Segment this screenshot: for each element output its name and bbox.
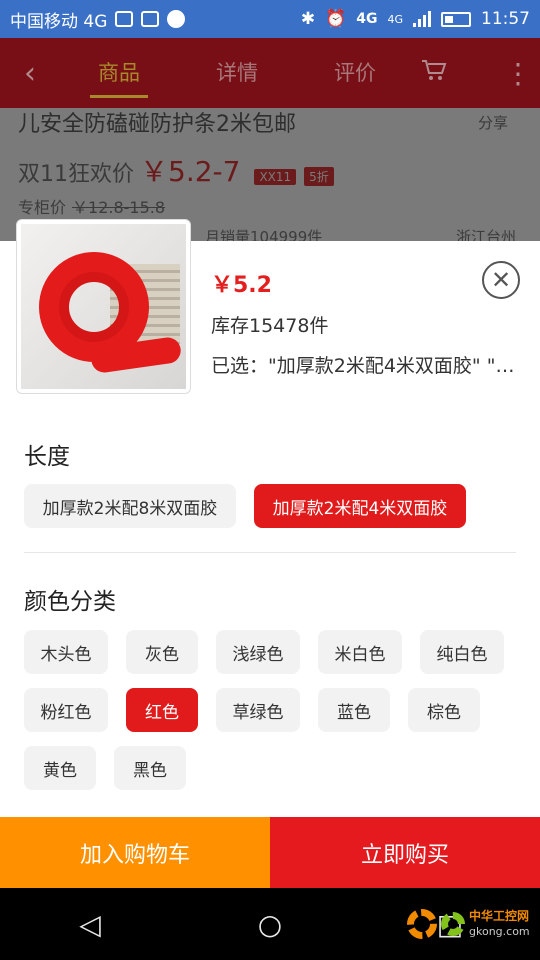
app-header: ‹ 商品 详情 评价 ⋮ [0, 38, 540, 108]
length-section-title: 长度 [24, 444, 70, 470]
color-option-selected[interactable]: 红色 [126, 688, 198, 732]
tab-reviews[interactable]: 评价 [296, 38, 414, 108]
color-option[interactable]: 黑色 [114, 746, 186, 790]
color-option[interactable]: 棕色 [408, 688, 480, 732]
close-icon[interactable]: ✕ [482, 261, 520, 299]
color-option[interactable]: 纯白色 [420, 630, 504, 674]
color-option[interactable]: 蓝色 [318, 688, 390, 732]
tab-product[interactable]: 商品 [60, 38, 178, 108]
network-4g-label-2: 4G [387, 12, 403, 26]
promo-price-label: 双11狂欢价 [18, 162, 134, 187]
sku-selection-sheet: ￥5.2 库存15478件 已选："加厚款2米配4米双面胶" "红色" ✕ 长度… [0, 219, 540, 817]
color-option[interactable]: 黄色 [24, 746, 96, 790]
clock: 11:57 [481, 9, 530, 29]
back-icon[interactable]: ‹ [0, 56, 60, 91]
color-option[interactable]: 灰色 [126, 630, 198, 674]
home-nav-icon[interactable]: ○ [240, 908, 300, 941]
monthly-sales: 月销量104999件 [205, 228, 323, 241]
watermark-line1: 中华工控网 [469, 909, 530, 924]
color-option[interactable]: 浅绿色 [216, 630, 300, 674]
more-icon[interactable]: ⋮ [496, 57, 540, 90]
ship-location: 浙江台州 [455, 228, 516, 241]
tab-details[interactable]: 详情 [178, 38, 296, 108]
color-option[interactable]: 木头色 [24, 630, 108, 674]
carrier-label: 中国移动 4G [10, 11, 108, 32]
app-notification-icon [167, 10, 186, 28]
gear-icon-small [441, 912, 465, 936]
bluetooth-icon: ✱ [300, 9, 316, 29]
gear-icon [407, 909, 437, 939]
product-title: 儿安全防磕碰防护条2米包邮 [18, 112, 296, 137]
gallery-icon [141, 11, 160, 27]
signal-icon [413, 11, 431, 27]
buy-now-button[interactable]: 立即购买 [270, 817, 540, 888]
divider [24, 552, 516, 553]
watermark-line2: gkong.com [469, 924, 530, 938]
color-option[interactable]: 粉红色 [24, 688, 108, 732]
discount-badge: 5折 [304, 167, 334, 186]
product-thumbnail [16, 219, 191, 394]
watermark-text: 中华工控网 gkong.com [469, 909, 530, 939]
product-image [21, 224, 186, 389]
foam-strip-inner [59, 272, 129, 342]
promo-price-value: ￥5.2-7 [140, 155, 241, 188]
color-option[interactable]: 米白色 [318, 630, 402, 674]
length-option-selected[interactable]: 加厚款2米配4米双面胶 [254, 484, 466, 528]
alarm-icon: ⏰ [325, 9, 347, 29]
original-price-label: 专柜价 [18, 198, 67, 217]
weather-icon [115, 11, 134, 27]
price-row: 双11狂欢价 ￥5.2-7 XX11 5折 [18, 150, 334, 190]
original-price: 专柜价 ￥12.8-15.8 [18, 194, 165, 218]
battery-icon [441, 11, 471, 27]
sku-price: ￥5.2 [211, 273, 272, 298]
color-section-title: 颜色分类 [24, 589, 116, 615]
share-button[interactable]: 分享 [478, 112, 508, 133]
status-bar: 中国移动 4G ✱ ⏰ 4G 4G 11:57 [0, 0, 540, 38]
original-price-value: ￥12.8-15.8 [72, 198, 166, 217]
back-nav-icon[interactable]: ◁ [60, 908, 120, 941]
network-4g-label: 4G [356, 11, 378, 27]
length-option[interactable]: 加厚款2米配8米双面胶 [24, 484, 236, 528]
add-to-cart-button[interactable]: 加入购物车 [0, 817, 270, 888]
watermark-logo: 中华工控网 gkong.com [407, 898, 532, 950]
cart-icon[interactable] [414, 58, 454, 88]
promo-badge: XX11 [254, 169, 297, 185]
sku-stock: 库存15478件 [211, 315, 329, 337]
selected-summary: 已选："加厚款2米配4米双面胶" "红色" [211, 355, 526, 377]
color-option[interactable]: 草绿色 [216, 688, 300, 732]
